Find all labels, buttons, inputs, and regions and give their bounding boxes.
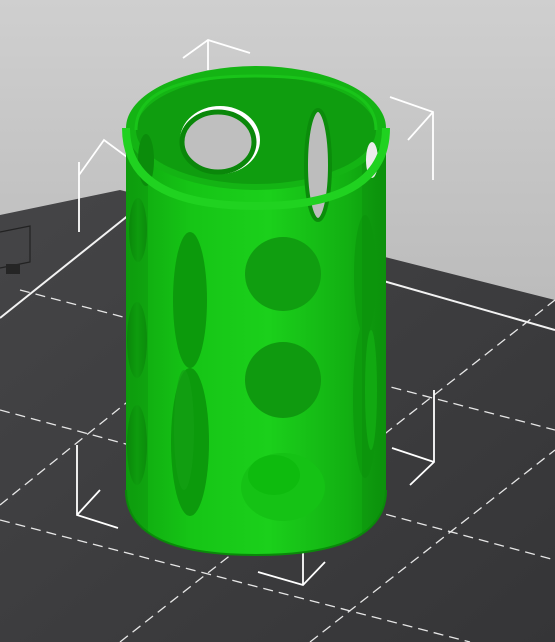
perforated-cylinder-model[interactable] xyxy=(122,66,390,560)
hole-front-left-upper xyxy=(173,232,207,368)
3d-viewport[interactable] xyxy=(0,0,555,642)
bed-clip-notch xyxy=(6,264,20,274)
scene-canvas[interactable] xyxy=(0,0,555,642)
hole-front-center-mid xyxy=(245,342,321,418)
hole-front-center-top xyxy=(245,237,321,311)
